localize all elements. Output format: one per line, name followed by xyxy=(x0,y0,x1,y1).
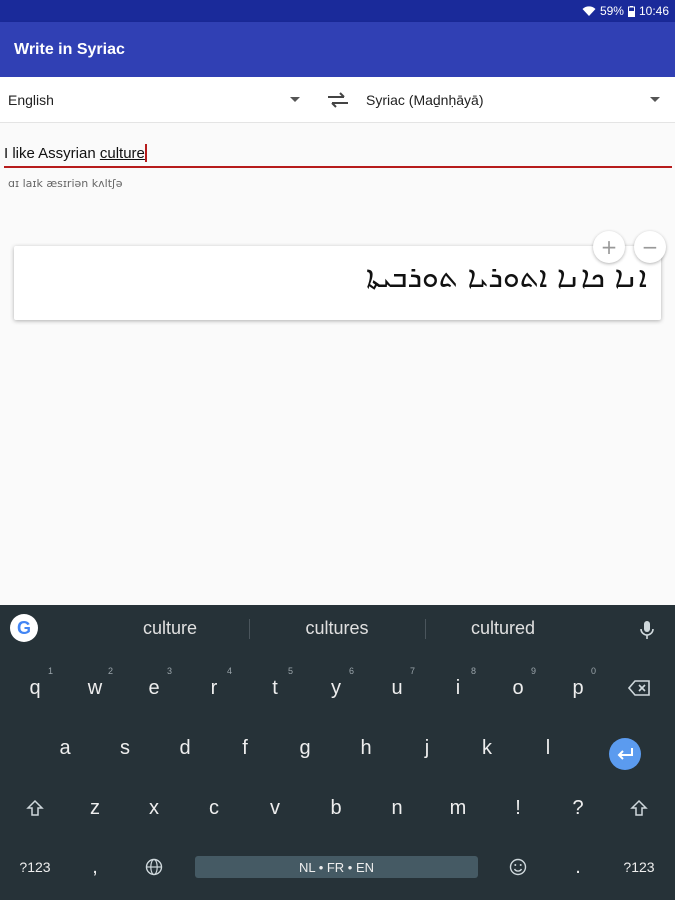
shift-icon xyxy=(630,799,648,816)
key-o[interactable]: o9 xyxy=(490,662,546,714)
syriac-output: ܐܢܐ ܟܐܢܐ ܐܬܘܪܝܐ ܬܘܪܒܝܬܐ xyxy=(366,260,647,295)
language-key[interactable] xyxy=(126,841,182,893)
globe-icon xyxy=(145,858,163,876)
source-language-label: English xyxy=(8,92,54,108)
key-c[interactable]: c xyxy=(186,782,242,834)
key-m[interactable]: m xyxy=(430,782,486,834)
key-q[interactable]: q1 xyxy=(7,662,63,714)
output-card: ܐܢܐ ܟܐܢܐ ܐܬܘܪܝܐ ܬܘܪܒܝܬܐ xyxy=(14,246,661,320)
key-a[interactable]: a xyxy=(37,722,93,774)
keyboard: q1 w2 e3 r4 t5 y6 u7 i8 o9 p0 a s d f g … xyxy=(0,652,675,900)
enter-key[interactable] xyxy=(609,738,641,770)
backspace-icon xyxy=(628,680,650,696)
battery-icon xyxy=(627,5,635,17)
key-exclamation[interactable]: ! xyxy=(490,782,546,834)
symbols-key-left[interactable]: ?123 xyxy=(7,841,63,893)
emoji-icon xyxy=(509,858,527,876)
battery-percent: 59% xyxy=(599,4,624,18)
key-e[interactable]: e3 xyxy=(126,662,182,714)
backspace-key[interactable] xyxy=(611,662,667,714)
key-d[interactable]: d xyxy=(157,722,213,774)
key-u[interactable]: u7 xyxy=(369,662,425,714)
dropdown-arrow-icon xyxy=(650,97,660,102)
key-x[interactable]: x xyxy=(126,782,182,834)
app-bar: Write in Syriac xyxy=(0,22,675,77)
text-cursor xyxy=(144,144,147,162)
suggestion-2[interactable]: cultures xyxy=(257,605,417,652)
emoji-key[interactable] xyxy=(490,841,546,893)
language-row: English Syriac (Maḏnḥāyā) xyxy=(0,77,675,123)
swap-arrows-icon xyxy=(328,92,348,108)
suggestion-1[interactable]: culture xyxy=(90,605,250,652)
key-period[interactable]: . xyxy=(550,841,606,893)
swap-languages-button[interactable] xyxy=(326,89,350,111)
key-p[interactable]: p0 xyxy=(550,662,606,714)
app-title: Write in Syriac xyxy=(14,40,125,58)
key-z[interactable]: z xyxy=(67,782,123,834)
key-s[interactable]: s xyxy=(97,722,153,774)
key-comma[interactable]: , xyxy=(67,841,123,893)
transliteration-text: ɑɪ laɪk æsɪriən kʌltʃə xyxy=(8,177,123,190)
key-g[interactable]: g xyxy=(277,722,333,774)
key-i[interactable]: i8 xyxy=(430,662,486,714)
key-n[interactable]: n xyxy=(369,782,425,834)
google-logo-icon[interactable]: G xyxy=(10,614,38,642)
shift-icon xyxy=(26,799,44,816)
shift-key-left[interactable] xyxy=(7,782,63,834)
input-current-word: culture xyxy=(99,145,145,162)
target-language-label: Syriac (Maḏnḥāyā) xyxy=(366,92,484,108)
target-language-dropdown[interactable]: Syriac (Maḏnḥāyā) xyxy=(366,77,660,123)
zoom-in-button[interactable]: + xyxy=(593,231,625,263)
shift-key-right[interactable] xyxy=(611,782,667,834)
key-v[interactable]: v xyxy=(247,782,303,834)
key-y[interactable]: y6 xyxy=(308,662,364,714)
source-language-dropdown[interactable]: English xyxy=(8,77,300,123)
suggestion-3[interactable]: cultured xyxy=(423,605,583,652)
microphone-icon[interactable] xyxy=(638,620,656,640)
key-r[interactable]: r4 xyxy=(186,662,242,714)
key-b[interactable]: b xyxy=(308,782,364,834)
key-question[interactable]: ? xyxy=(550,782,606,834)
symbols-key-right[interactable]: ?123 xyxy=(611,841,667,893)
key-l[interactable]: l xyxy=(520,722,576,774)
suggestion-strip: G culture cultures cultured xyxy=(0,605,675,652)
spacebar[interactable]: NL • FR • EN xyxy=(195,856,478,878)
dropdown-arrow-icon xyxy=(290,97,300,102)
key-h[interactable]: h xyxy=(338,722,394,774)
key-j[interactable]: j xyxy=(399,722,455,774)
suggestion-divider xyxy=(249,619,250,639)
key-w[interactable]: w2 xyxy=(67,662,123,714)
input-text: I like Assyrian xyxy=(4,145,100,162)
status-bar: 59% 10:46 xyxy=(0,0,675,22)
key-t[interactable]: t5 xyxy=(247,662,303,714)
enter-icon xyxy=(617,748,633,760)
clock: 10:46 xyxy=(638,4,669,18)
key-f[interactable]: f xyxy=(217,722,273,774)
key-k[interactable]: k xyxy=(459,722,515,774)
zoom-out-button[interactable]: − xyxy=(634,231,666,263)
text-input[interactable]: I like Assyrian culture xyxy=(4,140,672,168)
plus-icon: + xyxy=(600,235,618,259)
wifi-icon xyxy=(582,5,596,17)
minus-icon: − xyxy=(641,235,659,259)
